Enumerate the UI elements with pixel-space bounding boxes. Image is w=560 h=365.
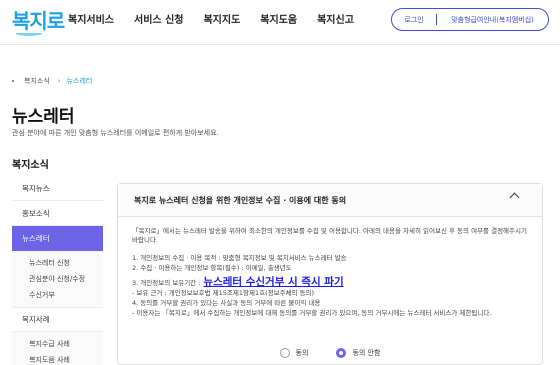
- sidebar-sub-help-cases[interactable]: 복지도움 사례: [12, 352, 103, 365]
- agree-option[interactable]: 동의: [279, 348, 309, 358]
- nav-welfare-report[interactable]: 복지신고: [317, 11, 354, 26]
- membership-button[interactable]: 맞춤형급여안내(복지멤버십): [437, 15, 548, 25]
- sidebar-submenu: 뉴스레터 신청 관심분야 신청/수정 수신거부: [12, 251, 103, 308]
- consent-intro: 「복지로」에서는 뉴스레터 발송을 위하여 최소한의 개인정보를 수집 및 이용…: [132, 227, 527, 244]
- page-description: 관심 분야에 따른 개인 맞춤형 뉴스레터를 이메일로 편하게 받아보세요.: [12, 129, 219, 137]
- breadcrumb-parent[interactable]: 복지소식: [24, 76, 50, 86]
- sidebar-submenu-cases: 복지수급 사례 복지도움 사례: [12, 332, 103, 365]
- nav-welfare-map[interactable]: 복지지도: [203, 11, 240, 26]
- sidebar-sub-unsubscribe[interactable]: 수신거부: [12, 287, 103, 303]
- chevron-right-icon: ›: [57, 77, 61, 85]
- sidebar-sub-benefit-cases[interactable]: 복지수급 사례: [12, 336, 103, 352]
- consent-panel-header[interactable]: 복지로 뉴스레터 신청을 위한 개인정보 수집 · 이용에 대한 동의: [118, 184, 542, 217]
- consent-item-1: 1. 개인정보의 수집 · 이용 목적 : 맞춤형 복지정보 및 복지서비스 뉴…: [132, 254, 347, 262]
- consent-item-3-label: 3. 개인정보의 보유기간 :: [132, 279, 201, 287]
- disagree-option[interactable]: 동의 안함: [336, 348, 380, 358]
- consent-item-3-basis: - 보유 근거 : 개인정보보호법 제15조제1항제1호(정보주체의 동의): [132, 289, 315, 297]
- sidebar-item-cases[interactable]: 복지사례: [12, 308, 103, 332]
- agree-radio[interactable]: [279, 348, 290, 358]
- disagree-radio[interactable]: [336, 348, 347, 358]
- sidebar-item-news[interactable]: 복지뉴스: [12, 176, 103, 201]
- nav-service-apply[interactable]: 서비스 신청: [134, 11, 183, 26]
- login-group: 로그인 맞춤형급여안내(복지멤버십): [391, 8, 549, 31]
- sidebar-item-promo[interactable]: 홍보소식: [12, 201, 103, 226]
- agree-label: 동의: [295, 349, 309, 357]
- sidebar-sub-interest[interactable]: 관심분야 신청/수정: [12, 271, 103, 287]
- consent-item-2: 2. 수집 · 이용하는 개인정보 항목(필수) : 이메일, 출생년도: [132, 264, 292, 272]
- home-icon[interactable]: [12, 80, 14, 82]
- consent-item-3: 3. 개인정보의 보유기간 : 뉴스레터 수신거부 시 즉시 파기: [132, 276, 528, 288]
- chevron-up-icon[interactable]: [509, 192, 520, 203]
- retention-link[interactable]: 뉴스레터 수신거부 시 즉시 파기: [203, 276, 343, 288]
- sidebar-menu: 복지뉴스 홍보소식 뉴스레터 뉴스레터 신청 관심분야 신청/수정 수신거부 복…: [12, 176, 103, 365]
- consent-panel: 복지로 뉴스레터 신청을 위한 개인정보 수집 · 이용에 대한 동의 「복지로…: [117, 183, 543, 365]
- nav-welfare-help[interactable]: 복지도움: [260, 11, 297, 26]
- disagree-label: 동의 안함: [352, 349, 381, 357]
- login-button[interactable]: 로그인: [392, 15, 436, 25]
- logo-swoosh: [16, 31, 42, 36]
- consent-item-4: 4. 동의를 거부할 권리가 있다는 사실과 동의 거부에 따른 불이익 내용: [132, 299, 321, 307]
- sidebar-sub-apply[interactable]: 뉴스레터 신청: [12, 255, 103, 271]
- header-divider: [0, 44, 560, 45]
- main-nav: 복지서비스 서비스 신청 복지지도 복지도움 복지신고: [68, 11, 374, 26]
- consent-item-4-detail: - 이용자는 「복지로」에서 수집하는 개인정보에 대해 동의를 거부할 권리가…: [132, 309, 492, 317]
- header: 복지로 복지서비스 서비스 신청 복지지도 복지도움 복지신고 로그인 맞춤형급…: [0, 0, 560, 44]
- logo[interactable]: 복지로: [12, 5, 65, 34]
- consent-title: 복지로 뉴스레터 신청을 위한 개인정보 수집 · 이용에 대한 동의: [134, 195, 347, 205]
- sidebar-title: 복지소식: [12, 160, 49, 171]
- consent-radio-group: 동의 동의 안함: [118, 348, 542, 358]
- breadcrumb-current: 뉴스레터: [66, 77, 93, 85]
- consent-body: 「복지로」에서는 뉴스레터 발송을 위하여 최소한의 개인정보를 수집 및 이용…: [118, 217, 542, 318]
- breadcrumb: 복지소식 › 뉴스레터: [12, 76, 92, 86]
- nav-welfare-service[interactable]: 복지서비스: [68, 11, 114, 26]
- page-title: 뉴스레터: [12, 107, 75, 127]
- sidebar-item-newsletter[interactable]: 뉴스레터: [12, 226, 103, 251]
